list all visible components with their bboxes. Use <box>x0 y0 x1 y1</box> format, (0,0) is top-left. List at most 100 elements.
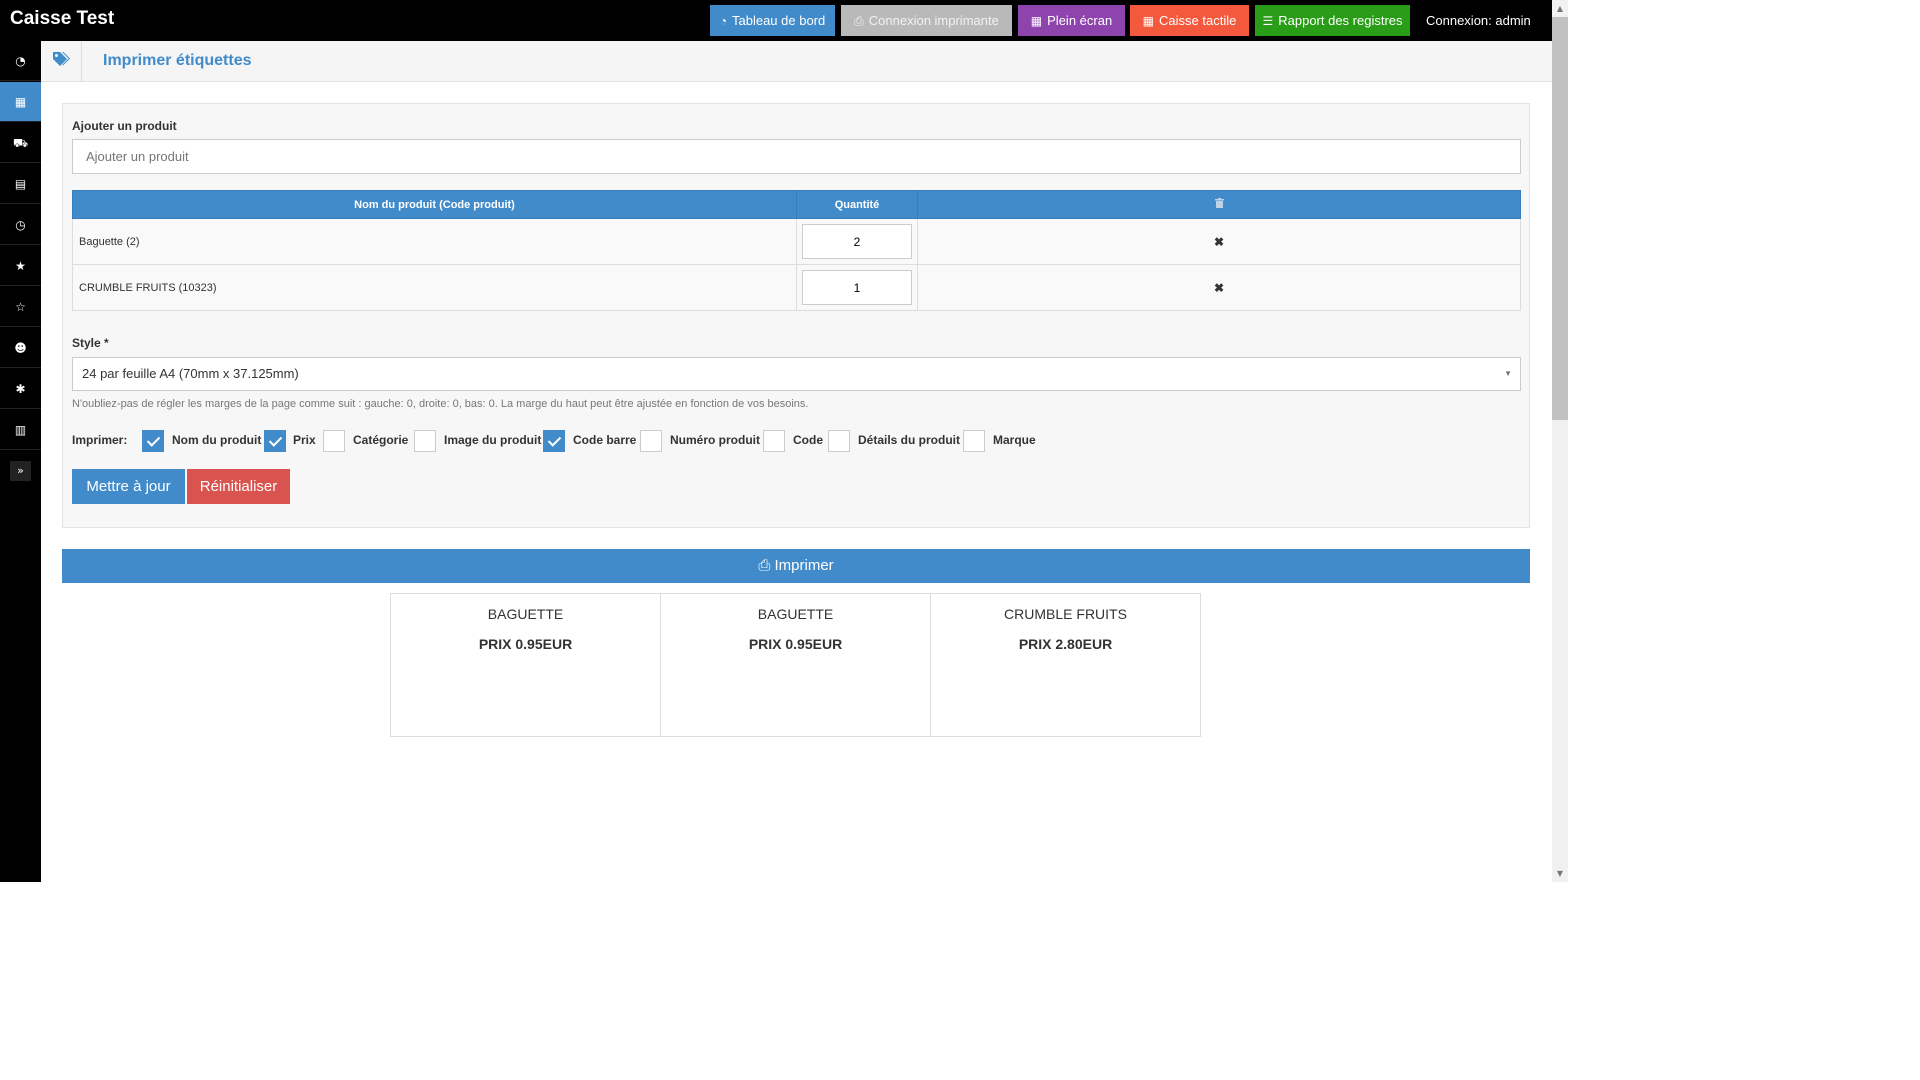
sidebar-item-documents[interactable]: ▤ <box>0 164 41 204</box>
gear-icon: ✱ <box>15 382 26 396</box>
dashboard-button[interactable]: ◔ Tableau de bord <box>710 5 835 36</box>
label-product-price: PRIX 0.95EUR <box>748 636 843 652</box>
checkbox-brand[interactable] <box>963 430 985 452</box>
document-icon: ▤ <box>14 177 27 191</box>
remove-row-icon[interactable]: ✖ <box>917 218 1521 265</box>
sidebar-item-users[interactable]: ☻ <box>0 328 41 368</box>
label-preview: CRUMBLE FRUITS PRIX 2.80EUR <box>930 593 1201 737</box>
scrollbar-thumb[interactable] <box>1552 17 1568 420</box>
option-label-barcode[interactable]: Code barre <box>573 433 636 447</box>
printer-icon: ⎙ <box>854 14 864 28</box>
chart-icon: ▥ <box>14 423 27 437</box>
register-report-button-label: Rapport des registres <box>1278 13 1403 28</box>
remove-row-icon[interactable]: ✖ <box>917 264 1521 311</box>
trash-icon <box>1214 198 1224 208</box>
sidebar-item-favorites[interactable]: ★ <box>0 246 41 286</box>
checkbox-category[interactable] <box>323 430 345 452</box>
dashboard-icon: ◔ <box>15 54 26 68</box>
list-icon: ☰ <box>1262 14 1274 28</box>
quantity-input[interactable] <box>802 270 912 305</box>
dashboard-icon: ◔ <box>719 14 727 28</box>
sidebar-item-history[interactable]: ◷ <box>0 205 41 245</box>
add-product-input[interactable] <box>72 139 1521 174</box>
reset-button[interactable]: Réinitialiser <box>187 469 290 504</box>
style-select[interactable]: 24 par feuille A4 (70mm x 37.125mm) ▼ <box>72 357 1521 391</box>
margin-hint: N'oubliez-pas de régler les marges de la… <box>72 398 809 410</box>
style-select-value: 24 par feuille A4 (70mm x 37.125mm) <box>82 366 299 381</box>
table-header-row: Nom du produit (Code produit) Quantité <box>72 190 1521 219</box>
dashboard-button-label: Tableau de bord <box>732 13 826 28</box>
product-name-cell: Baguette (2) <box>72 218 797 265</box>
users-icon: ☻ <box>14 341 27 355</box>
sidebar-item-ratings[interactable]: ☆ <box>0 287 41 327</box>
fullscreen-button-label: Plein écran <box>1047 13 1113 28</box>
star-icon: ★ <box>15 259 26 273</box>
sidebar-item-dashboard[interactable]: ◔ <box>0 41 41 81</box>
fullscreen-button[interactable]: ▦ Plein écran <box>1018 5 1125 36</box>
touch-register-button[interactable]: ▦ Caisse tactile <box>1130 5 1249 36</box>
barcode-icon: ▦ <box>14 95 27 109</box>
cart-icon: ⛟ <box>12 136 29 150</box>
app-title[interactable]: Caisse Test <box>10 8 114 30</box>
update-button[interactable]: Mettre à jour <box>72 469 185 504</box>
checkbox-product-image[interactable] <box>414 430 436 452</box>
label-product-name: BAGUETTE <box>487 606 564 622</box>
option-label-price[interactable]: Prix <box>293 433 316 447</box>
page-header: Imprimer étiquettes <box>41 41 1552 82</box>
checkbox-price[interactable] <box>264 430 286 452</box>
product-table: Nom du produit (Code produit) Quantité B… <box>72 190 1521 311</box>
checkbox-product-details[interactable] <box>828 430 850 452</box>
printer-connection-button-label: Connexion imprimante <box>868 13 999 28</box>
clock-icon: ◷ <box>15 218 26 232</box>
style-label: Style * <box>72 336 109 350</box>
checkbox-code[interactable] <box>763 430 785 452</box>
tags-icon <box>41 41 82 82</box>
label-form-panel: Ajouter un produit Nom du produit (Code … <box>62 103 1530 528</box>
sidebar-item-sales[interactable]: ⛟ <box>0 123 41 163</box>
option-label-code[interactable]: Code <box>793 433 823 447</box>
quantity-cell <box>796 264 918 311</box>
column-header-quantity: Quantité <box>796 190 918 219</box>
scroll-up-arrow-icon[interactable]: ▲ <box>1552 0 1568 17</box>
option-label-product-name[interactable]: Nom du produit <box>172 433 261 447</box>
label-product-price: PRIX 0.95EUR <box>478 636 573 652</box>
option-label-product-image[interactable]: Image du produit <box>444 433 541 447</box>
printer-icon: ⎙ <box>758 557 771 574</box>
column-header-product-name: Nom du produit (Code produit) <box>72 190 797 219</box>
checkbox-barcode[interactable] <box>543 430 565 452</box>
star-outline-icon: ☆ <box>15 300 26 314</box>
quantity-input[interactable] <box>802 224 912 259</box>
scroll-down-arrow-icon[interactable]: ▼ <box>1552 865 1568 882</box>
column-header-delete <box>917 190 1521 219</box>
fullscreen-icon: ▦ <box>1030 14 1043 28</box>
sidebar-expand-toggle[interactable]: » <box>10 461 31 481</box>
chevron-down-icon: ▼ <box>1504 369 1512 378</box>
register-report-button[interactable]: ☰ Rapport des registres <box>1255 5 1410 36</box>
option-label-product-details[interactable]: Détails du produit <box>858 433 960 447</box>
label-product-name: CRUMBLE FRUITS <box>1004 606 1127 622</box>
page-title: Imprimer étiquettes <box>103 52 252 69</box>
label-preview: BAGUETTE PRIX 0.95EUR <box>660 593 931 737</box>
label-product-name: BAGUETTE <box>757 606 834 622</box>
label-product-price: PRIX 2.80EUR <box>1018 636 1113 652</box>
login-status[interactable]: Connexion: admin <box>1426 13 1531 28</box>
sidebar-item-reports[interactable]: ▥ <box>0 410 41 450</box>
product-name-cell: CRUMBLE FRUITS (10323) <box>72 264 797 311</box>
sidebar-item-settings[interactable]: ✱ <box>0 369 41 409</box>
option-label-category[interactable]: Catégorie <box>353 433 408 447</box>
option-label-product-number[interactable]: Numéro produit <box>670 433 760 447</box>
label-preview: BAGUETTE PRIX 0.95EUR <box>390 593 661 737</box>
sidebar-item-labels[interactable]: ▦ <box>0 82 41 122</box>
checkbox-product-number[interactable] <box>640 430 662 452</box>
table-row: Baguette (2) ✖ <box>72 218 1521 265</box>
print-button-label: Imprimer <box>774 557 834 574</box>
print-options-label: Imprimer: <box>72 433 128 447</box>
touch-register-button-label: Caisse tactile <box>1159 13 1237 28</box>
checkbox-product-name[interactable] <box>142 430 164 452</box>
printer-connection-button[interactable]: ⎙ Connexion imprimante <box>841 5 1012 36</box>
table-row: CRUMBLE FRUITS (10323) ✖ <box>72 264 1521 311</box>
add-product-label: Ajouter un produit <box>72 119 177 133</box>
quantity-cell <box>796 218 918 265</box>
option-label-brand[interactable]: Marque <box>993 433 1036 447</box>
print-button[interactable]: ⎙ Imprimer <box>62 549 1530 583</box>
